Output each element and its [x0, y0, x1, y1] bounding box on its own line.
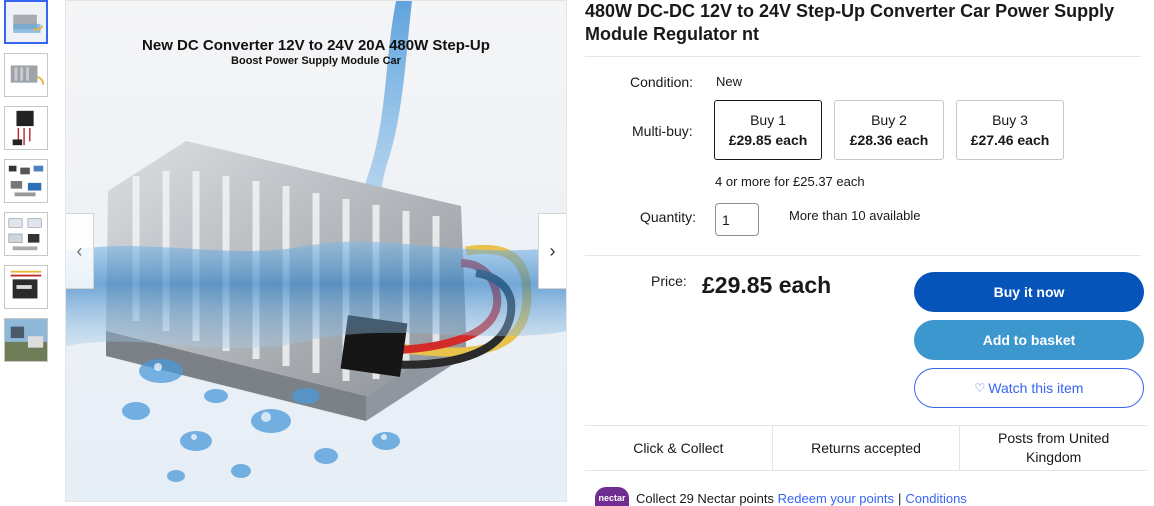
previous-image-button[interactable]: ‹: [66, 213, 94, 289]
add-to-basket-label: Add to basket: [982, 332, 1076, 348]
multibuy-price: £27.46 each: [970, 132, 1050, 148]
nectar-collect-text: Collect 29 Nectar points: [636, 490, 775, 506]
multibuy-price: £29.85 each: [728, 132, 808, 148]
thumbnail-6[interactable]: [4, 265, 48, 309]
feature-click-collect: Click & Collect: [585, 426, 773, 470]
delivery-features: Click & Collect Returns accepted Posts f…: [585, 425, 1147, 471]
condition-label: Condition:: [630, 74, 694, 90]
thumbnail-7[interactable]: [4, 318, 48, 362]
redeem-points-link[interactable]: Redeem your points: [778, 491, 894, 506]
price-label: Price:: [651, 273, 687, 289]
multibuy-qty: Buy 1: [750, 112, 786, 128]
watch-item-label: Watch this item: [988, 380, 1084, 396]
quantity-input[interactable]: [715, 203, 759, 236]
chevron-right-icon: ›: [549, 240, 556, 261]
heart-icon: ♡: [974, 381, 986, 395]
multibuy-option-3[interactable]: Buy 3 £27.46 each: [956, 100, 1064, 160]
quantity-label: Quantity:: [640, 209, 697, 225]
multibuy-qty: Buy 2: [871, 112, 907, 128]
add-to-basket-button[interactable]: Add to basket: [914, 320, 1144, 360]
divider: [585, 56, 1141, 57]
feature-posts-from: Posts from United Kingdom: [998, 430, 1110, 465]
thumbnail-4[interactable]: [4, 159, 48, 203]
availability-text: More than 10 available: [789, 208, 921, 223]
product-photo: [66, 1, 566, 482]
nectar-logo: nectar: [595, 487, 629, 506]
chevron-left-icon: ‹: [76, 240, 83, 261]
listing-details: 480W DC-DC 12V to 24V Step-Up Converter …: [585, 0, 1150, 506]
thumbnail-5[interactable]: [4, 212, 48, 256]
link-separator: |: [897, 490, 902, 506]
image-caption-title: New DC Converter 12V to 24V 20A 480W Ste…: [142, 37, 490, 54]
thumbnail-1[interactable]: [4, 0, 48, 44]
nectar-points-row: nectar Collect 29 Nectar points Redeem y…: [595, 486, 967, 506]
price-value: £29.85 each: [702, 272, 832, 298]
buy-it-now-label: Buy it now: [993, 284, 1065, 300]
multibuy-option-2[interactable]: Buy 2 £28.36 each: [834, 100, 944, 160]
watch-item-button[interactable]: ♡ Watch this item: [914, 368, 1144, 408]
main-product-image[interactable]: New DC Converter 12V to 24V 20A 480W Ste…: [65, 0, 567, 502]
multibuy-option-1[interactable]: Buy 1 £29.85 each: [714, 100, 822, 160]
conditions-link[interactable]: Conditions: [905, 491, 966, 506]
multibuy-note: 4 or more for £25.37 each: [715, 174, 865, 189]
multibuy-label: Multi-buy:: [632, 123, 693, 139]
thumbnail-strip: [4, 0, 50, 371]
listing-title: 480W DC-DC 12V to 24V Step-Up Converter …: [585, 1, 1115, 44]
multibuy-price: £28.36 each: [849, 132, 929, 148]
divider: [585, 255, 1141, 256]
condition-value: New: [716, 74, 743, 89]
thumbnail-3[interactable]: [4, 106, 48, 150]
thumbnail-2[interactable]: [4, 53, 48, 97]
buy-it-now-button[interactable]: Buy it now: [914, 272, 1144, 312]
next-image-button[interactable]: ›: [538, 213, 566, 289]
image-caption-subtitle: Boost Power Supply Module Car: [231, 55, 401, 67]
feature-returns: Returns accepted: [773, 426, 961, 470]
multibuy-qty: Buy 3: [992, 112, 1028, 128]
